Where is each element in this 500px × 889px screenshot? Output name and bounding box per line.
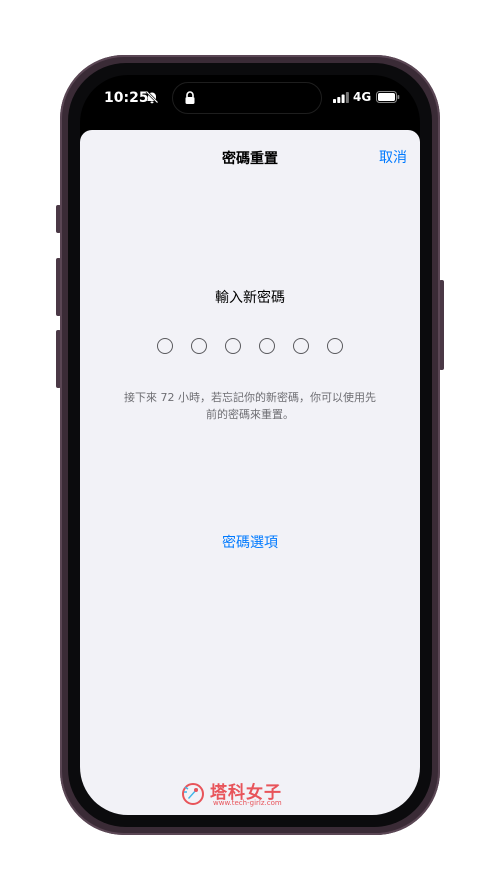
passcode-dot [157, 338, 173, 354]
passcode-hint: 接下來 72 小時，若忘記你的新密碼，你可以使用先前的密碼來重置。 [124, 391, 376, 421]
passcode-options-button[interactable]: 密碼選項 [80, 532, 420, 552]
passcode-dot [191, 338, 207, 354]
lock-icon [185, 91, 195, 104]
page-title: 密碼重置 [222, 151, 278, 167]
watermark-url: www.tech-girlz.com [213, 799, 282, 807]
passcode-dot [225, 338, 241, 354]
network-type: 4G [353, 90, 372, 104]
passcode-dot [327, 338, 343, 354]
passcode-dot [293, 338, 309, 354]
cancel-button[interactable]: 取消 [379, 147, 407, 167]
bell-slash-icon [145, 90, 159, 104]
passcode-reset-sheet: 密碼重置 取消 輸入新密碼 接下來 72 小時，若忘記你的新密碼，你可以使用先前… [80, 130, 420, 815]
battery-icon [376, 91, 400, 103]
signal-icon [333, 92, 349, 103]
status-time: 10:25 [104, 90, 149, 106]
passcode-dots[interactable] [80, 338, 420, 354]
passcode-prompt: 輸入新密碼 [215, 290, 285, 306]
rocket-logo-icon [182, 783, 204, 805]
passcode-dot [259, 338, 275, 354]
watermark: 塔科女子 www.tech-girlz.com [180, 780, 320, 810]
